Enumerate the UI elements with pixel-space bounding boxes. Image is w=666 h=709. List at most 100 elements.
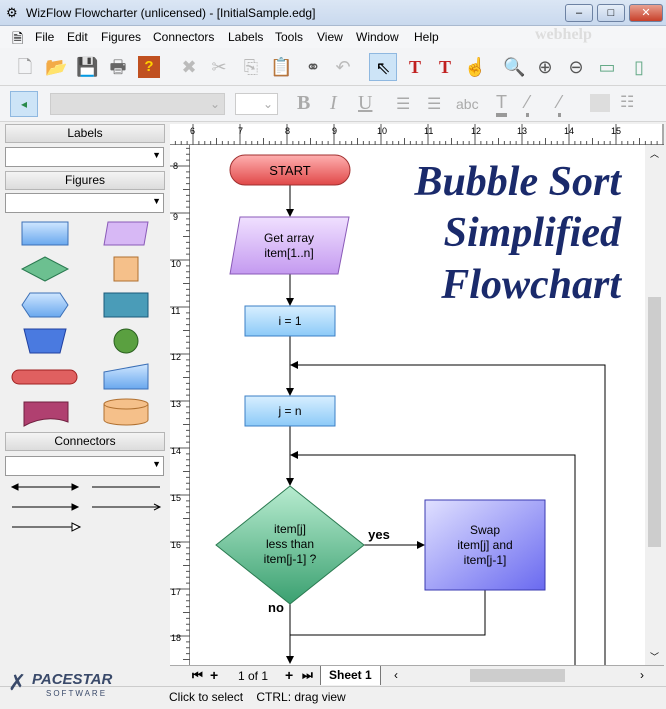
page-indicator: 1 of 1	[238, 669, 269, 683]
figure-manual-op[interactable]	[23, 328, 67, 354]
last-page-button[interactable]: ⏭	[302, 668, 313, 683]
connectors-dropdown[interactable]: ▼	[5, 456, 164, 476]
figure-terminator[interactable]	[11, 369, 78, 385]
ruler-left: 8 9 10 11 12 13 14 15 16 17 18	[170, 145, 190, 665]
logo-sub: SOFTWARE	[46, 689, 108, 698]
text-color-icon[interactable]: T	[496, 92, 507, 117]
watermark: webhelp	[535, 26, 592, 43]
zoom-icon[interactable]: 🔍	[503, 56, 525, 78]
menu-connectors[interactable]: Connectors	[153, 30, 214, 44]
paste-icon[interactable]: 📋	[270, 56, 292, 78]
scroll-left-icon[interactable]: ‹	[394, 668, 398, 682]
figure-process[interactable]	[21, 221, 69, 246]
labels-dropdown[interactable]: ▼	[5, 147, 164, 167]
decision-label: less than	[266, 537, 314, 551]
add-page-after-button[interactable]: +	[285, 667, 293, 683]
menu-figures[interactable]: Figures	[101, 30, 141, 44]
add-page-before-button[interactable]: +	[210, 667, 218, 683]
figure-decision[interactable]	[20, 256, 70, 282]
undo-icon[interactable]: ↶	[332, 56, 354, 78]
figures-panel-header[interactable]: Figures	[5, 171, 165, 190]
no-label: no	[268, 600, 284, 615]
zoom-out-icon[interactable]: ⊖	[565, 56, 587, 78]
underline-button[interactable]: U	[358, 92, 372, 115]
figure-predefined[interactable]	[103, 292, 149, 318]
cut-icon[interactable]: ✂	[208, 56, 230, 78]
tab-sheet-1[interactable]: Sheet 1	[320, 666, 381, 685]
font-size-select[interactable]: ⌄	[235, 93, 278, 115]
start-node-label: START	[269, 163, 310, 178]
labels-panel-header[interactable]: Labels	[5, 124, 165, 143]
maximize-button[interactable]: □	[597, 4, 625, 22]
spell-check-button[interactable]: abc	[456, 96, 479, 112]
figure-storage[interactable]	[103, 398, 149, 426]
figure-preparation[interactable]	[21, 292, 69, 318]
print-icon[interactable]: 🖶	[107, 56, 129, 78]
window-title: WizFlow Flowcharter (unlicensed) - [Init…	[26, 6, 316, 20]
connector-palette	[10, 483, 162, 532]
chevron-down-icon: ▼	[152, 150, 161, 160]
binoculars-icon[interactable]: ⚭	[302, 56, 324, 78]
vertical-scrollbar[interactable]: ︿ ﹀	[645, 145, 664, 665]
menu-file[interactable]: File	[35, 30, 54, 44]
panel-toggle-icon[interactable]: ◂	[10, 91, 38, 117]
figure-data[interactable]	[103, 221, 149, 246]
menu-bar: 🗎 File Edit Figures Connectors Labels To…	[0, 26, 666, 48]
line-style-icon[interactable]: ☷	[620, 92, 634, 112]
close-button[interactable]: ✕	[629, 4, 663, 22]
scroll-thumb[interactable]	[648, 297, 661, 547]
line-color-icon[interactable]: ⁄	[558, 92, 562, 117]
align-center-icon[interactable]: ☰	[427, 94, 441, 114]
menu-window[interactable]: Window	[356, 30, 399, 44]
align-left-icon[interactable]: ☰	[396, 94, 410, 114]
help-book-icon[interactable]: ?	[138, 56, 160, 78]
horizontal-scroll-thumb[interactable]	[470, 669, 565, 682]
ruler-top: 6 7 8 9 10 11 12 13 14 15	[170, 124, 664, 145]
menu-help[interactable]: Help	[414, 30, 439, 44]
zoom-width-icon[interactable]: ▯	[628, 56, 650, 78]
figure-square[interactable]	[113, 256, 139, 282]
logo-name: PACESTAR	[32, 671, 113, 688]
select-pointer-icon[interactable]: ⇖	[369, 53, 397, 81]
new-file-icon[interactable]: 🗋	[14, 56, 36, 78]
drawing-canvas[interactable]: Bubble Sort Simplified Flowchart START G…	[190, 145, 645, 665]
get-array-label: item[1..n]	[264, 246, 313, 260]
scroll-up-icon[interactable]: ︿	[650, 147, 659, 160]
shadow-icon[interactable]	[590, 94, 610, 112]
figure-manual-input[interactable]	[103, 363, 149, 390]
title-bar: ⚙ WizFlow Flowcharter (unlicensed) - [In…	[0, 0, 666, 26]
open-folder-icon[interactable]: 📂	[45, 56, 67, 78]
zoom-in-icon[interactable]: ⊕	[534, 56, 556, 78]
font-family-select[interactable]: ⌄	[50, 93, 225, 115]
menu-labels[interactable]: Labels	[228, 30, 263, 44]
delete-icon[interactable]: ✖	[178, 56, 200, 78]
bold-button[interactable]: B	[297, 92, 310, 115]
chart-title-line2: Simplified	[444, 210, 622, 256]
scroll-down-icon[interactable]: ﹀	[650, 650, 659, 663]
connectors-panel-header[interactable]: Connectors	[5, 432, 165, 451]
figure-connector[interactable]	[113, 328, 139, 354]
save-icon[interactable]: 💾	[76, 56, 98, 78]
init-j-label: j = n	[277, 404, 301, 418]
figures-dropdown[interactable]: ▼	[5, 193, 164, 213]
figure-palette	[11, 221, 149, 427]
minimize-button[interactable]: –	[565, 4, 593, 22]
app-icon: ⚙	[6, 5, 18, 20]
chart-title-line3: Flowchart	[440, 262, 622, 308]
menu-edit[interactable]: Edit	[67, 30, 88, 44]
menu-tools[interactable]: Tools	[275, 30, 303, 44]
first-page-button[interactable]: ⏮	[192, 668, 203, 683]
figure-document[interactable]	[23, 401, 69, 427]
text-tool-icon[interactable]: T	[434, 56, 456, 78]
chart-title-line1: Bubble Sort	[413, 159, 622, 205]
copy-icon[interactable]: ⎘	[240, 56, 262, 78]
swap-return-connector[interactable]	[290, 590, 486, 636]
italic-button[interactable]: I	[330, 92, 337, 115]
connect-hand-icon[interactable]: ☝	[464, 56, 486, 78]
scroll-right-icon[interactable]: ›	[640, 668, 644, 682]
fill-color-icon[interactable]: ⁄	[526, 92, 530, 117]
zoom-page-icon[interactable]: ▭	[596, 56, 618, 78]
sheet-bar: ⏮ + 1 of 1 + ⏭ Sheet 1 ‹ ›	[170, 665, 664, 685]
text-select-icon[interactable]: T	[404, 56, 426, 78]
menu-view[interactable]: View	[317, 30, 343, 44]
